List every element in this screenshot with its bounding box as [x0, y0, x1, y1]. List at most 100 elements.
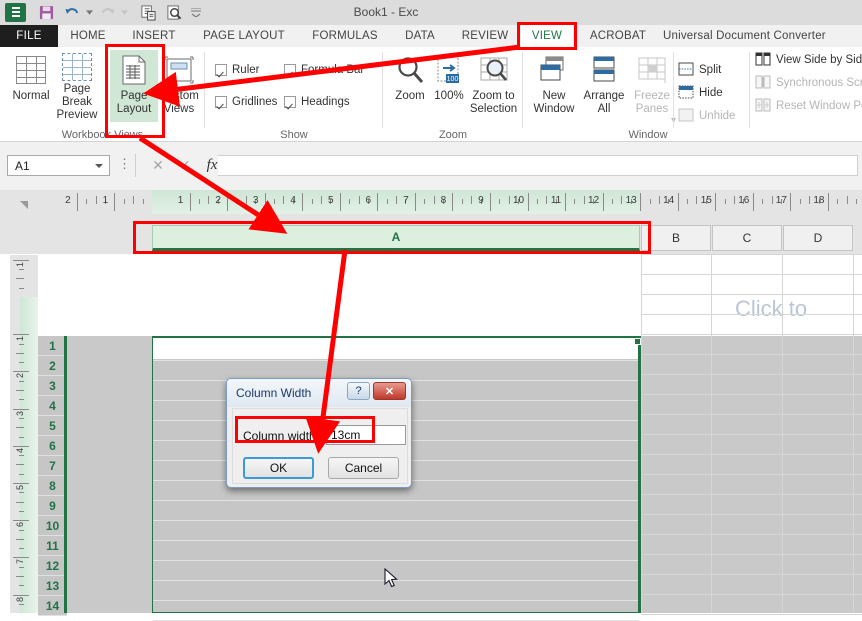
grid-row-line: [641, 354, 862, 355]
unhide-button[interactable]: Unhide: [678, 106, 735, 126]
ruler-minor-tick: [142, 199, 144, 204]
zoom-label: Zoom: [395, 90, 425, 102]
row-header-5[interactable]: 5: [38, 416, 67, 436]
save-icon[interactable]: [33, 2, 59, 24]
page-break-preview-button[interactable]: Page Break Preview: [48, 50, 106, 122]
row-header-12[interactable]: 12: [38, 556, 67, 576]
grid-row-line: [641, 414, 862, 415]
enter-formula-icon[interactable]: ✓: [172, 155, 198, 176]
ruler-minor-tick: [320, 196, 322, 204]
ruler-minor-tick: [123, 199, 125, 204]
column-header-d[interactable]: D: [783, 225, 853, 251]
cancel-formula-icon[interactable]: ✕: [145, 155, 171, 176]
close-icon[interactable]: ✕: [373, 382, 406, 400]
ruler-minor-tick: [696, 196, 698, 204]
selection-fill-handle[interactable]: [634, 338, 641, 345]
row-header-10[interactable]: 10: [38, 516, 67, 536]
tab-home[interactable]: HOME: [62, 25, 114, 47]
zoom-to-selection-button[interactable]: Zoom to Selection: [466, 50, 521, 122]
grid-row-line: [641, 554, 862, 555]
row-header-1[interactable]: 1: [38, 336, 67, 356]
split-button[interactable]: Split: [678, 60, 721, 80]
row-header-14[interactable]: 14: [38, 596, 67, 616]
tab-file[interactable]: FILE: [0, 25, 58, 47]
name-box[interactable]: A1: [7, 155, 110, 176]
tab-insert[interactable]: INSERT: [125, 25, 183, 47]
reset-window-position-icon: [755, 98, 771, 115]
tab-review[interactable]: REVIEW: [455, 25, 515, 47]
undo-dropdown-icon[interactable]: [85, 2, 94, 24]
select-all-corner[interactable]: [20, 201, 28, 209]
undo-icon[interactable]: [59, 2, 85, 24]
ruler-tick: [13, 408, 29, 410]
column-header-c[interactable]: C: [712, 225, 782, 251]
formula-bar-checkbox[interactable]: Formula Bar: [284, 64, 364, 76]
ruler-minor-tick: [16, 427, 24, 429]
row-header-2[interactable]: 2: [38, 356, 67, 376]
row-header-13[interactable]: 13: [38, 576, 67, 596]
quick-print-icon[interactable]: [135, 2, 161, 24]
ruler-minor-tick: [583, 196, 585, 204]
tab-formulas[interactable]: FORMULAS: [305, 25, 385, 47]
ok-button[interactable]: OK: [243, 457, 314, 479]
grid-row-line: [153, 540, 639, 541]
view-side-by-side-button[interactable]: View Side by Side: [755, 50, 862, 70]
ruler-tick: [189, 193, 191, 211]
formula-input[interactable]: [218, 155, 858, 176]
ruler-minor-tick: [508, 196, 510, 204]
zoom-button[interactable]: Zoom: [388, 50, 432, 122]
new-window-button[interactable]: New Window: [530, 50, 578, 122]
row-header-3[interactable]: 3: [38, 376, 67, 396]
ruler-tick: [677, 193, 679, 211]
ruler-tick: [452, 193, 454, 211]
ruler-tick-label: 16: [738, 195, 750, 206]
divider: [135, 154, 136, 177]
gridlines-checkbox[interactable]: Gridlines: [215, 96, 277, 108]
help-icon[interactable]: ?: [347, 382, 370, 400]
ruler-tick: [227, 193, 229, 211]
row-header-11[interactable]: 11: [38, 536, 67, 556]
gridlines-label: Gridlines: [232, 96, 278, 108]
redo-dropdown-icon[interactable]: [120, 2, 129, 24]
ruler-minor-tick: [734, 196, 736, 204]
row-header-7[interactable]: 7: [38, 456, 67, 476]
column-header-b[interactable]: B: [641, 225, 711, 251]
ruler-checkbox[interactable]: Ruler: [215, 64, 259, 76]
cancel-button[interactable]: Cancel: [328, 457, 399, 479]
chevron-down-icon[interactable]: [95, 164, 103, 168]
print-preview-icon[interactable]: [161, 2, 187, 24]
tab-acrobat[interactable]: ACROBAT: [584, 25, 652, 47]
ruler-tick-label: 5: [15, 484, 25, 490]
group-separator: [749, 52, 750, 128]
grid-row-line: [641, 514, 862, 515]
row-header-4[interactable]: 4: [38, 396, 67, 416]
redo-icon[interactable]: [94, 2, 120, 24]
custom-views-button[interactable]: Custom Views: [150, 50, 208, 122]
synchronous-scrolling-button[interactable]: Synchronous Scro: [755, 73, 862, 93]
headings-checkbox[interactable]: Headings: [284, 96, 350, 108]
synchronous-scrolling-label: Synchronous Scro: [776, 77, 862, 89]
arrange-all-button[interactable]: Arrange All: [580, 50, 628, 122]
group-label-window: Window: [628, 129, 668, 141]
formula-bar-expand-dots[interactable]: ⋮: [118, 156, 131, 172]
row-header-8[interactable]: 8: [38, 476, 67, 496]
zoom-100-button[interactable]: 100 100%: [427, 50, 471, 122]
column-width-label-rest: olumn width:: [251, 429, 320, 443]
freeze-panes-button[interactable]: Freeze Panes: [628, 50, 676, 122]
reset-window-position-button[interactable]: Reset Window Pos: [755, 96, 862, 116]
row-header-6[interactable]: 6: [38, 436, 67, 456]
ruler-minor-tick: [471, 196, 473, 204]
arrange-all-label-1: Arrange: [583, 90, 625, 102]
ruler-tick-label: 14: [663, 195, 675, 206]
column-header-a[interactable]: A: [152, 225, 640, 251]
hide-button[interactable]: Hide: [678, 83, 723, 103]
tab-page-layout[interactable]: PAGE LAYOUT: [194, 25, 294, 47]
tab-view[interactable]: VIEW: [521, 25, 573, 47]
column-width-input[interactable]: 13cm: [326, 425, 406, 445]
ruler-tick: [13, 259, 29, 261]
tab-universal-document-converter[interactable]: Universal Document Converter: [663, 25, 843, 47]
tab-data[interactable]: DATA: [396, 25, 444, 47]
grid-row-line: [641, 294, 862, 295]
customize-quick-access-toolbar-icon[interactable]: [187, 2, 205, 24]
row-header-9[interactable]: 9: [38, 496, 67, 516]
